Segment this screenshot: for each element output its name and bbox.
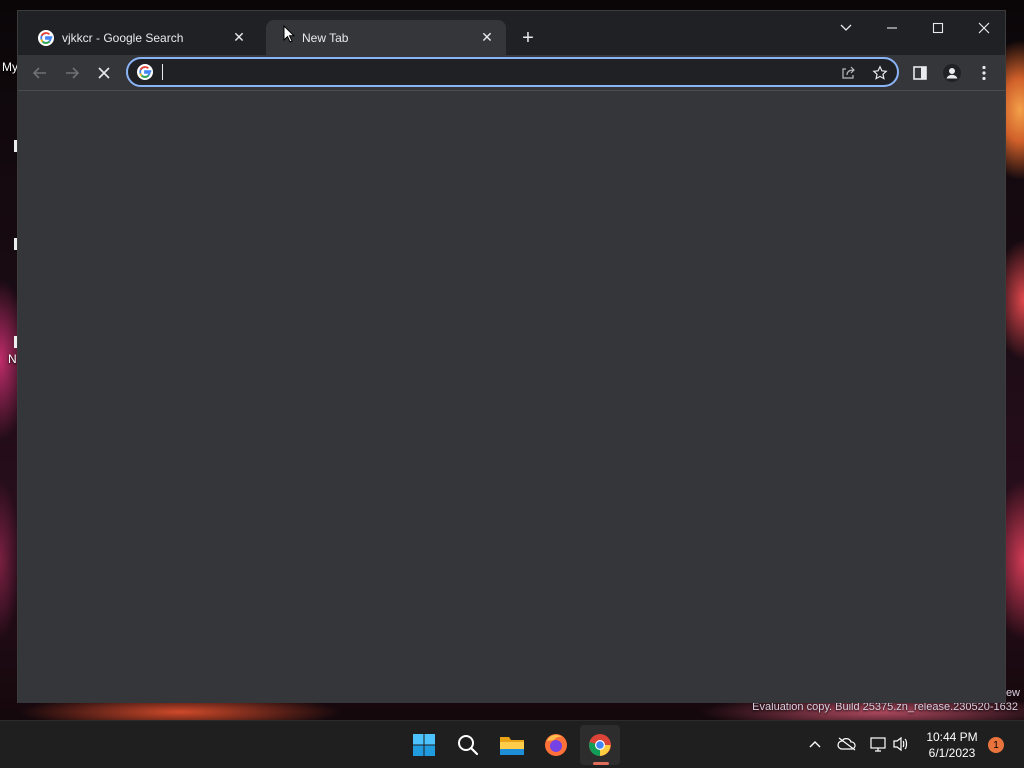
tab-close-button[interactable]: ✕ [478, 29, 496, 47]
page-content [18, 92, 1005, 703]
firefox-button[interactable] [536, 725, 576, 765]
chrome-taskbar-button[interactable] [580, 725, 620, 765]
stop-loading-button[interactable] [90, 59, 118, 87]
chrome-menu-button[interactable] [970, 59, 998, 87]
minimize-icon [887, 27, 897, 29]
chevron-down-icon [840, 24, 852, 31]
notification-badge[interactable]: 1 [988, 737, 1004, 753]
share-icon [842, 66, 855, 79]
search-button[interactable] [448, 725, 488, 765]
desktop-label-my[interactable]: My [2, 60, 18, 74]
file-explorer-button[interactable] [492, 725, 532, 765]
tab-google-search[interactable]: vjkkcr - Google Search ✕ [18, 20, 258, 55]
chrome-window: vjkkcr - Google Search ✕ New Tab ✕ + [17, 10, 1006, 703]
side-panel-button[interactable] [906, 59, 934, 87]
share-button[interactable] [837, 62, 859, 84]
google-g-icon [137, 64, 153, 80]
kebab-menu-icon [982, 65, 986, 81]
desktop-label-n[interactable]: N [8, 352, 17, 366]
search-icon [458, 735, 479, 756]
cloud-off-icon [837, 737, 856, 751]
active-app-indicator [593, 762, 609, 765]
system-clock[interactable]: 10:44 PM 6/1/2023 [922, 729, 982, 761]
tab-search-button[interactable] [826, 15, 866, 41]
forward-button[interactable] [58, 59, 86, 87]
address-input[interactable] [160, 62, 820, 82]
text-caret [162, 64, 163, 80]
chevron-up-icon [809, 741, 821, 748]
clock-time: 10:44 PM [926, 730, 978, 744]
stop-loading-icon [98, 67, 110, 79]
side-panel-icon [913, 66, 927, 80]
maximize-icon [932, 22, 944, 34]
close-icon [978, 22, 990, 34]
profile-button[interactable] [938, 59, 966, 87]
back-arrow-icon [32, 67, 46, 79]
star-icon [872, 65, 888, 80]
firefox-icon [545, 734, 567, 756]
tab-title: New Tab [302, 30, 349, 45]
back-button[interactable] [26, 59, 54, 87]
folder-icon [500, 737, 524, 755]
volume-icon [893, 736, 908, 752]
volume-tray-button[interactable] [890, 733, 912, 755]
new-tab-button[interactable]: + [516, 26, 540, 50]
tray-overflow-button[interactable] [804, 733, 826, 755]
profile-icon [943, 64, 961, 82]
windows-logo-icon [413, 734, 435, 756]
clock-date: 6/1/2023 [928, 746, 976, 760]
network-icon [870, 737, 886, 752]
address-bar[interactable] [126, 57, 899, 87]
mouse-cursor-icon [283, 25, 295, 43]
browser-toolbar [18, 55, 1005, 91]
start-button[interactable] [404, 725, 444, 765]
network-tray-button[interactable] [868, 733, 890, 755]
tab-title: vjkkcr - Google Search [62, 30, 184, 45]
taskbar: 10:44 PM 6/1/2023 1 [0, 720, 1024, 768]
minimize-button[interactable] [872, 15, 912, 41]
tab-new-tab[interactable]: New Tab ✕ [266, 20, 506, 55]
onedrive-tray-button[interactable] [836, 733, 858, 755]
watermark-suffix: ew [1005, 687, 1020, 699]
title-bar: vjkkcr - Google Search ✕ New Tab ✕ + [18, 11, 1005, 55]
maximize-button[interactable] [918, 15, 958, 41]
tab-close-button[interactable]: ✕ [230, 29, 248, 47]
bookmark-button[interactable] [869, 62, 891, 84]
close-window-button[interactable] [964, 15, 1004, 41]
chrome-icon [589, 734, 611, 756]
google-g-icon [38, 29, 54, 46]
forward-arrow-icon [66, 67, 80, 79]
